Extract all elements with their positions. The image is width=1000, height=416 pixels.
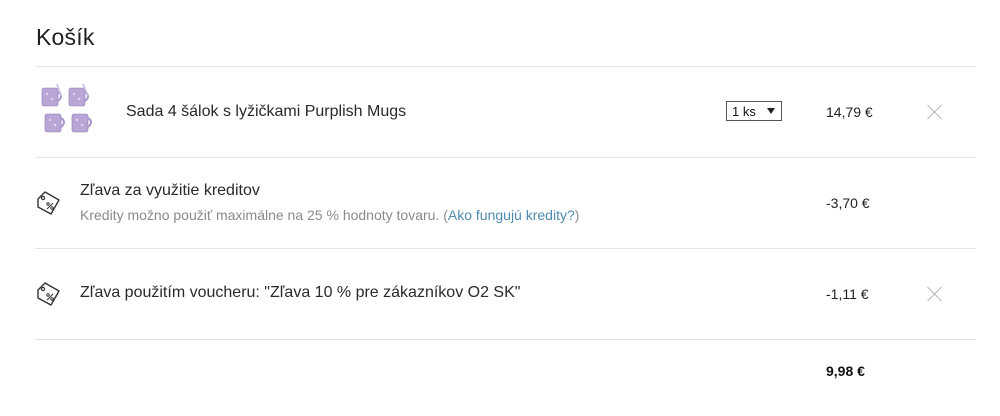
product-thumbnail[interactable]: [39, 82, 99, 138]
credit-discount-row: Zľava za využitie kreditov Kredity možno…: [35, 158, 976, 248]
quantity-value: 1 ks: [732, 104, 756, 119]
credits-help-link[interactable]: Ako fungujú kredity?: [448, 207, 575, 223]
product-name[interactable]: Sada 4 šálok s lyžičkami Purplish Mugs: [126, 103, 406, 121]
voucher-discount-row: Zľava použitím voucheru: "Zľava 10 % pre…: [35, 249, 976, 339]
product-price: 14,79 €: [826, 104, 873, 120]
credit-note-end: ): [574, 207, 580, 223]
credit-discount-title: Zľava za využitie kreditov: [80, 182, 260, 199]
cart-total: 9,98 €: [826, 363, 865, 379]
separator: [35, 339, 976, 340]
discount-tag-icon: [37, 191, 60, 215]
voucher-discount-title: Zľava použitím voucheru: "Zľava 10 % pre…: [80, 284, 521, 301]
credit-note-text: Kredity možno použiť maximálne na 25 % h…: [80, 207, 448, 223]
quantity-select[interactable]: 1 ks: [726, 101, 782, 121]
remove-item-icon[interactable]: [927, 104, 943, 120]
cart-item-row: Sada 4 šálok s lyžičkami Purplish Mugs 1…: [35, 67, 976, 157]
chevron-down-icon: [767, 108, 775, 114]
discount-tag-icon: [37, 282, 60, 306]
voucher-discount-amount: -1,11 €: [826, 286, 869, 302]
credit-discount-amount: -3,70 €: [826, 195, 870, 211]
credit-discount-note: Kredity možno použiť maximálne na 25 % h…: [80, 207, 579, 223]
cart-title: Košík: [36, 24, 95, 50]
remove-voucher-icon[interactable]: [927, 286, 943, 302]
